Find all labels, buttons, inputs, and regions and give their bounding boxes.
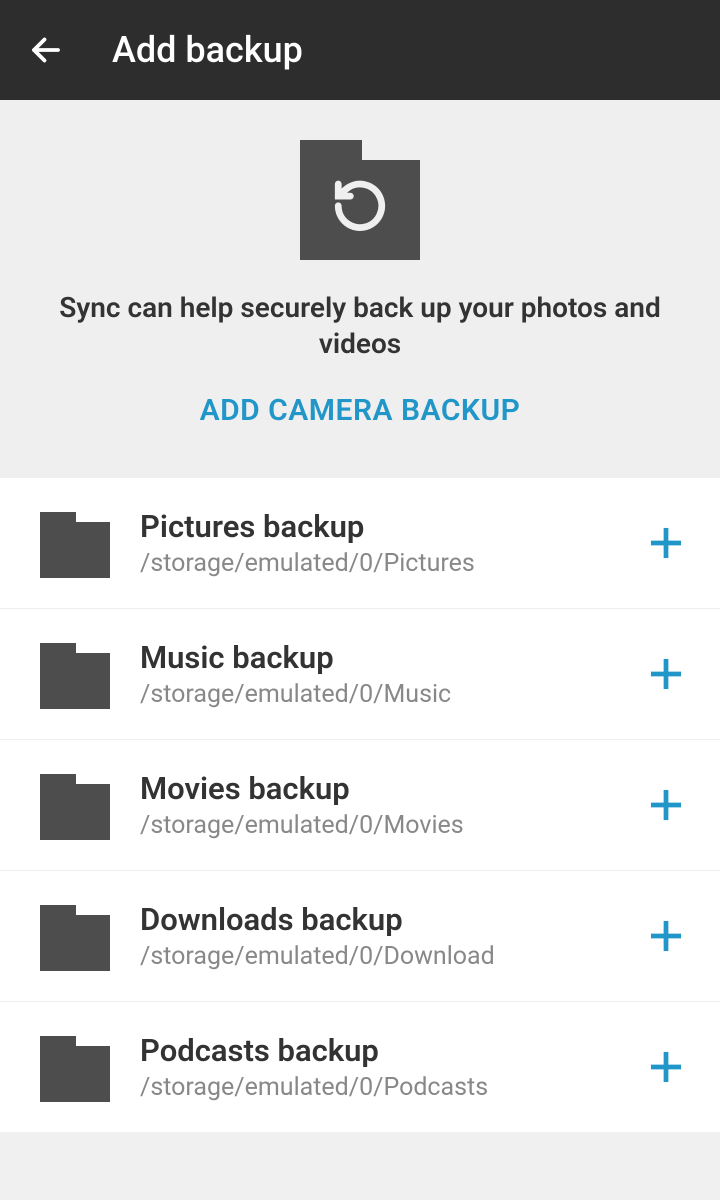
add-button[interactable]: [646, 654, 686, 694]
list-item[interactable]: Music backup /storage/emulated/0/Music: [0, 609, 720, 740]
list-item[interactable]: Pictures backup /storage/emulated/0/Pict…: [0, 478, 720, 609]
item-title: Movies backup: [140, 770, 616, 807]
list-item[interactable]: Podcasts backup /storage/emulated/0/Podc…: [0, 1002, 720, 1132]
item-path: /storage/emulated/0/Podcasts: [140, 1073, 616, 1102]
item-content: Pictures backup /storage/emulated/0/Pict…: [140, 508, 616, 578]
folder-icon: [40, 508, 110, 578]
item-content: Music backup /storage/emulated/0/Music: [140, 639, 616, 709]
add-camera-backup-button[interactable]: ADD CAMERA BACKUP: [40, 393, 680, 428]
plus-icon: [647, 786, 685, 824]
plus-icon: [647, 655, 685, 693]
item-content: Downloads backup /storage/emulated/0/Dow…: [140, 901, 616, 971]
back-arrow-icon: [28, 32, 64, 68]
page-title: Add backup: [112, 29, 303, 71]
item-title: Downloads backup: [140, 901, 616, 938]
item-path: /storage/emulated/0/Download: [140, 942, 616, 971]
backup-list: Pictures backup /storage/emulated/0/Pict…: [0, 478, 720, 1132]
add-button[interactable]: [646, 916, 686, 956]
refresh-icon: [331, 177, 389, 235]
plus-icon: [647, 524, 685, 562]
plus-icon: [647, 1048, 685, 1086]
folder-icon: [40, 770, 110, 840]
item-path: /storage/emulated/0/Pictures: [140, 549, 616, 578]
item-path: /storage/emulated/0/Music: [140, 680, 616, 709]
hero-section: Sync can help securely back up your phot…: [0, 100, 720, 478]
list-item[interactable]: Downloads backup /storage/emulated/0/Dow…: [0, 871, 720, 1002]
item-title: Music backup: [140, 639, 616, 676]
add-button[interactable]: [646, 1047, 686, 1087]
add-button[interactable]: [646, 785, 686, 825]
item-content: Podcasts backup /storage/emulated/0/Podc…: [140, 1032, 616, 1102]
backup-folder-icon: [300, 140, 420, 260]
folder-icon: [40, 901, 110, 971]
plus-icon: [647, 917, 685, 955]
app-header: Add backup: [0, 0, 720, 100]
item-title: Podcasts backup: [140, 1032, 616, 1069]
back-button[interactable]: [28, 32, 64, 68]
item-path: /storage/emulated/0/Movies: [140, 811, 616, 840]
add-button[interactable]: [646, 523, 686, 563]
item-content: Movies backup /storage/emulated/0/Movies: [140, 770, 616, 840]
folder-icon: [40, 1032, 110, 1102]
list-item[interactable]: Movies backup /storage/emulated/0/Movies: [0, 740, 720, 871]
hero-description: Sync can help securely back up your phot…: [40, 290, 680, 363]
item-title: Pictures backup: [140, 508, 616, 545]
folder-icon: [40, 639, 110, 709]
